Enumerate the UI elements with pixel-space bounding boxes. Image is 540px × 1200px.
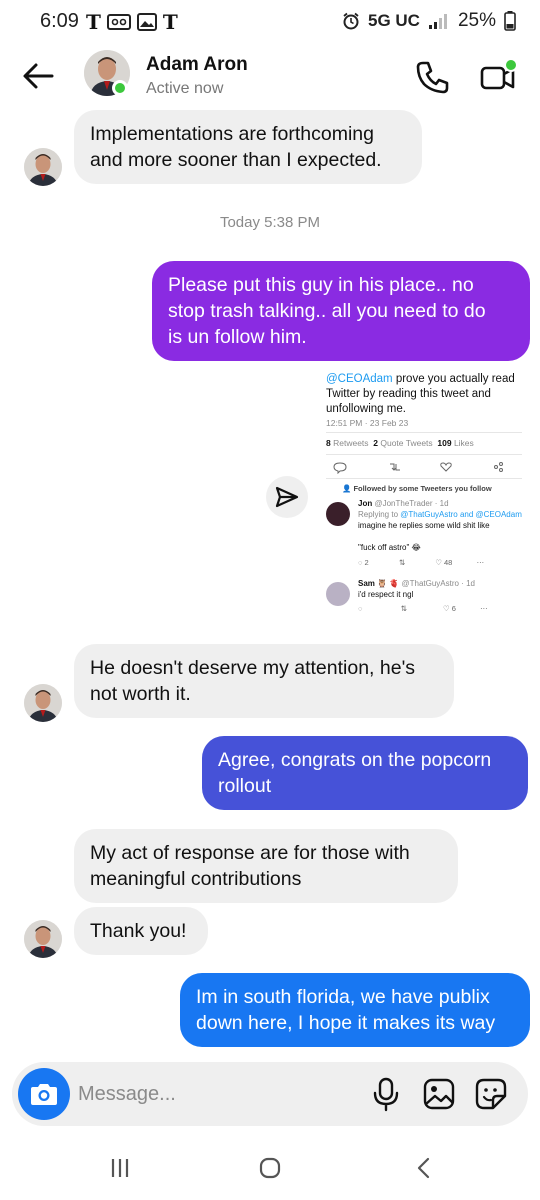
avatar[interactable]: [24, 148, 62, 186]
quote-label: Quote Tweets: [378, 438, 433, 448]
reply-actions: ◌ 2 ⇅ ♡ 48 ⋯: [358, 558, 528, 567]
reply-name: Jon: [358, 499, 373, 508]
reply-icon: ◌: [358, 604, 363, 613]
signal-icon: [428, 14, 447, 29]
message-line: stop trash talking.. all you need to do: [168, 300, 486, 322]
notification-icons: T T: [86, 10, 178, 34]
home-button[interactable]: [258, 1156, 282, 1180]
avatar[interactable]: [24, 684, 62, 722]
avatar[interactable]: [24, 920, 62, 958]
like-count: 109: [437, 438, 452, 448]
tweet-reply: Jon @JonTheTrader · 1d Replying to @That…: [358, 498, 528, 553]
share-icon: ⋯: [480, 604, 488, 613]
microphone-button[interactable]: [370, 1076, 402, 1112]
share-icon: ⋯: [476, 558, 484, 567]
like-count: ♡ 6: [442, 604, 456, 613]
message-bubble-incoming[interactable]: Implementations are forthcoming and more…: [74, 110, 422, 184]
message-composer: [12, 1062, 528, 1126]
share-button[interactable]: [266, 476, 308, 518]
status-time: 6:09: [40, 10, 79, 32]
reply-name: Sam 🦉 🫀: [358, 579, 400, 588]
reply-avatar: [326, 502, 350, 526]
shared-image[interactable]: @CEOAdam prove you actually read Twitter…: [318, 366, 530, 630]
message-timestamp: Today 5:38 PM: [219, 214, 321, 231]
tweet-text-part: Twitter by reading this tweet and: [326, 388, 491, 400]
reply-body: "fuck off astro" 😂: [358, 543, 421, 552]
like-label: Likes: [451, 438, 474, 448]
tweet-meta: 12:51 PM · 23 Feb 23: [326, 418, 409, 428]
system-nav-bar: [0, 1140, 540, 1200]
battery-percent: 25%: [457, 10, 496, 31]
replying-to: @ThatGuyAstro and @CEOAdam: [400, 510, 522, 519]
message-line: My act of response are for those with: [90, 842, 410, 864]
message-line: is un follow him.: [168, 326, 307, 348]
voicemail-icon: [106, 14, 131, 30]
message-bubble-outgoing[interactable]: Im in south florida, we have publix down…: [180, 973, 530, 1047]
message-line: Implementations are forthcoming: [90, 123, 374, 145]
call-button[interactable]: [414, 58, 452, 96]
battery-icon: [504, 11, 516, 31]
tmobile-icon: T: [162, 10, 178, 34]
recents-button[interactable]: [108, 1156, 132, 1180]
message-bubble-incoming[interactable]: Thank you!: [74, 907, 208, 955]
message-line: Please put this guy in his place.. no: [168, 274, 474, 296]
sticker-button[interactable]: [474, 1077, 508, 1111]
alarm-icon: [343, 12, 359, 30]
tweet-text: @CEOAdam prove you actually read Twitter…: [326, 372, 526, 417]
message-bubble-outgoing[interactable]: Agree, congrats on the popcorn rollout: [202, 736, 528, 810]
tweet-text-part: prove you actually read: [392, 373, 515, 385]
reply-handle: @JonTheTrader · 1d: [374, 499, 449, 508]
status-bar: 6:09 T T 5G UC 25%: [0, 0, 540, 44]
tweet-action-icons: [333, 462, 503, 474]
retweet-icon: ⇅: [398, 558, 406, 567]
network-label: 5G UC: [368, 11, 420, 30]
message-line: He doesn't deserve my attention, he's: [90, 657, 416, 679]
camera-icon: [31, 1084, 57, 1105]
message-line: and more sooner than I expected.: [90, 149, 382, 171]
reply-avatar: [326, 582, 350, 606]
tweet-text-part: unfollowing me.: [326, 403, 406, 415]
reply-body: imagine he replies some wild shit like: [358, 521, 490, 530]
image-icon: [136, 13, 157, 31]
gallery-button[interactable]: [422, 1077, 456, 1111]
back-button[interactable]: [18, 56, 58, 96]
followed-by-note: 👤 Followed by some Tweeters you follow: [342, 484, 492, 493]
contact-name[interactable]: Adam Aron: [146, 54, 248, 76]
replying-prefix: Replying to: [358, 510, 401, 519]
followed-by-text: Followed by some Tweeters you follow: [353, 484, 492, 493]
message-line: not worth it.: [90, 683, 191, 705]
message-line: rollout: [218, 775, 272, 797]
message-bubble-incoming[interactable]: My act of response are for those with me…: [74, 829, 458, 903]
message-bubble-incoming[interactable]: He doesn't deserve my attention, he's no…: [74, 644, 454, 718]
status-right: 5G UC 25%: [342, 10, 516, 32]
message-bubble-outgoing[interactable]: Please put this guy in his place.. no st…: [152, 261, 530, 361]
message-input[interactable]: [78, 1076, 358, 1112]
message-line: Thank you!: [90, 920, 187, 942]
reply-actions: ◌ ⇅ ♡ 6 ⋯: [358, 604, 528, 613]
message-line: meaningful contributions: [90, 868, 302, 890]
camera-button[interactable]: [18, 1068, 70, 1120]
video-call-button[interactable]: [478, 58, 518, 96]
reply-count: ◌ 2: [358, 558, 369, 567]
tweet-handle: @CEOAdam: [326, 373, 393, 385]
tmobile-icon: T: [86, 10, 101, 34]
user-icon: 👤: [342, 484, 354, 493]
message-line: down here, I hope it makes its way: [196, 1012, 496, 1034]
message-line: Im in south florida, we have publix: [196, 986, 490, 1008]
paper-plane-icon: [275, 486, 299, 508]
retweet-icon: ⇅: [400, 604, 407, 613]
message-line: Agree, congrats on the popcorn: [218, 749, 492, 771]
tweet-reply: Sam 🦉 🫀 @ThatGuyAstro · 1d i'd respect i…: [358, 578, 528, 600]
contact-status: Active now: [146, 80, 224, 97]
like-count: ♡ 48: [435, 558, 453, 567]
retweet-label: Retweets: [330, 438, 369, 448]
reply-body: i'd respect it ngl: [358, 590, 414, 599]
tweet-stats: 8 Retweets 2 Quote Tweets 109 Likes: [326, 438, 474, 448]
chat-header: Adam Aron Active now: [0, 44, 540, 106]
reply-handle: @ThatGuyAstro · 1d: [401, 579, 475, 588]
online-indicator: [112, 80, 128, 96]
system-back-button[interactable]: [412, 1156, 436, 1180]
